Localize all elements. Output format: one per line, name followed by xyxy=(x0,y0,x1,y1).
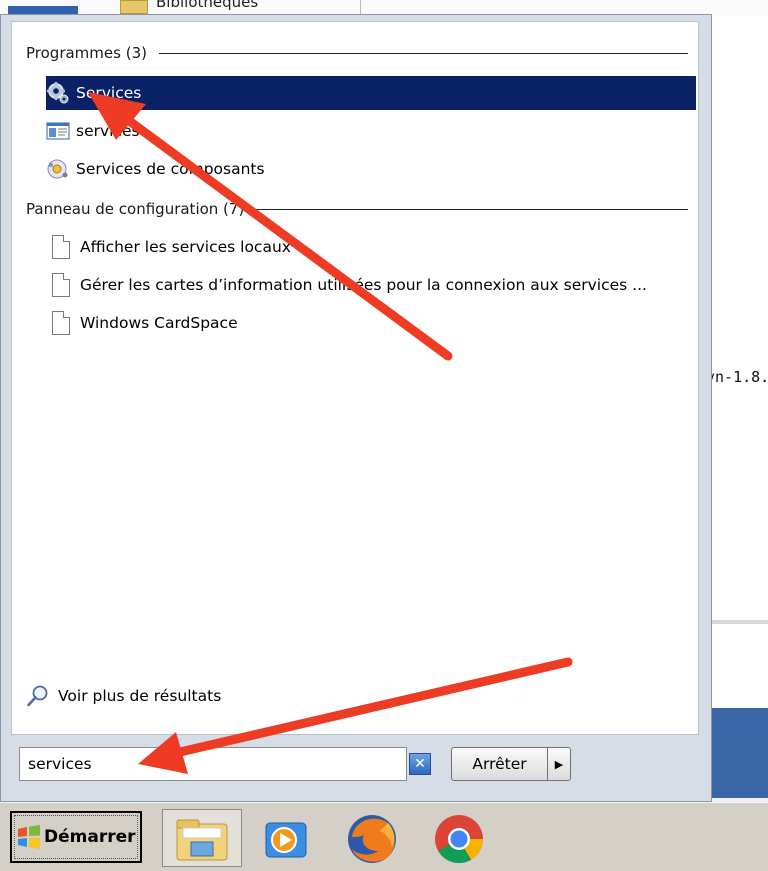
firefox-icon xyxy=(344,811,400,871)
result-item-label: Services xyxy=(76,84,142,102)
taskbar: Démarrer xyxy=(0,802,768,871)
taskbar-explorer-button[interactable] xyxy=(162,809,242,867)
group-header-control-panel-label: Panneau de configuration (7) xyxy=(26,200,245,218)
see-more-results-link[interactable]: Voir plus de résultats xyxy=(26,684,221,708)
search-input[interactable] xyxy=(19,747,407,781)
background-separator xyxy=(706,620,768,624)
console-window-icon xyxy=(46,119,70,143)
clear-x-icon: ✕ xyxy=(414,756,426,772)
chrome-icon xyxy=(432,812,486,870)
group-header-programs-label: Programmes (3) xyxy=(26,44,147,62)
library-folder-icon xyxy=(120,0,148,14)
document-icon xyxy=(52,235,70,259)
shutdown-options-arrow-icon[interactable]: ▶ xyxy=(548,758,570,771)
group-separator xyxy=(158,52,688,54)
shutdown-button[interactable]: Arrêter ▶ xyxy=(451,747,571,781)
media-player-icon xyxy=(262,817,312,867)
gear-services-icon xyxy=(46,81,70,105)
start-menu: Programmes (3) Services services Service… xyxy=(0,14,712,802)
result-item-services[interactable]: Services xyxy=(46,76,696,110)
result-item-label: services xyxy=(76,122,140,140)
result-item-manage-info-cards[interactable]: Gérer les cartes d’information utilisées… xyxy=(52,268,702,302)
taskbar-media-player-button[interactable] xyxy=(252,809,332,867)
result-item-label: Windows CardSpace xyxy=(80,314,238,332)
windows-logo-icon xyxy=(16,824,42,850)
result-item-services-msc[interactable]: services xyxy=(46,114,696,148)
result-item-view-local-services[interactable]: Afficher les services locaux xyxy=(52,230,702,264)
result-item-label: Services de composants xyxy=(76,160,265,178)
result-item-windows-cardspace[interactable]: Windows CardSpace xyxy=(52,306,702,340)
taskbar-chrome-button[interactable] xyxy=(426,809,506,867)
background-file-name: vn-1.8.1 xyxy=(706,368,768,386)
file-explorer-icon xyxy=(173,816,233,868)
shutdown-button-label: Arrêter xyxy=(472,755,527,773)
group-separator xyxy=(256,208,688,210)
document-icon xyxy=(52,273,70,297)
search-magnifier-icon xyxy=(26,684,50,708)
library-label: Bibliothèques xyxy=(156,0,259,11)
start-button-label: Démarrer xyxy=(44,827,136,847)
group-header-programs: Programmes (3) xyxy=(26,42,688,64)
result-item-label: Afficher les services locaux xyxy=(80,238,291,256)
see-more-results-label: Voir plus de résultats xyxy=(58,687,222,705)
component-services-icon xyxy=(46,157,70,181)
result-item-component-services[interactable]: Services de composants xyxy=(46,152,696,186)
clear-search-button[interactable]: ✕ xyxy=(409,753,431,775)
search-results-panel: Programmes (3) Services services Service… xyxy=(11,21,699,735)
result-item-label: Gérer les cartes d’information utilisées… xyxy=(80,276,647,294)
taskbar-firefox-button[interactable] xyxy=(340,809,420,867)
start-button[interactable]: Démarrer xyxy=(10,811,142,863)
document-icon xyxy=(52,311,70,335)
group-header-control-panel: Panneau de configuration (7) xyxy=(26,198,688,220)
